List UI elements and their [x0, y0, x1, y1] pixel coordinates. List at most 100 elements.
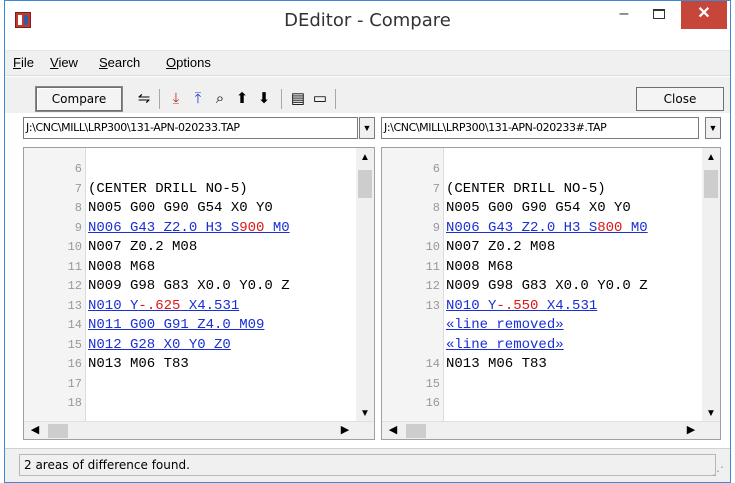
status-text: 2 areas of difference found. [19, 454, 716, 476]
new-document-icon[interactable]: ▭ [311, 90, 329, 108]
toolbar: Compare ⇋ ⤓ ⤒ ⌕ ⬆ ⬇ ▤ ▭ Close [5, 77, 730, 113]
scroll-right-icon[interactable]: ▶ [336, 422, 354, 439]
code-line[interactable]: 8 N005 G00 G90 G54 X0 Y0 [24, 199, 290, 219]
right-horizontal-scrollbar[interactable]: ◀ ▶ [382, 421, 720, 439]
line-text: N009 G98 G83 X0.0 Y0.0 Z [88, 278, 290, 294]
code-line[interactable]: 16 N013 M06 T83 [24, 355, 290, 375]
maximize-icon [653, 8, 665, 19]
right-compare-pane[interactable]: 6 7 (CENTER DRILL NO-5) 8 N005 G00 G90 G54 X… [381, 147, 721, 440]
line-number: 17 [67, 376, 82, 391]
menu-view[interactable]: View [50, 55, 78, 70]
scroll-down-icon[interactable]: ▼ [356, 406, 374, 422]
maximize-button[interactable] [645, 1, 673, 29]
move-to-top-icon[interactable]: ⤒ [189, 90, 207, 108]
line-number: 10 [425, 240, 440, 254]
line-number: 13 [425, 298, 440, 313]
resize-grip-icon[interactable]: ⋰ [712, 464, 726, 478]
line-text: «line removed» [446, 317, 564, 333]
line-text-segment: N010 Y [88, 297, 139, 314]
left-path-dropdown-arrow[interactable]: ▼ [359, 117, 375, 139]
scroll-thumb[interactable] [406, 424, 426, 438]
diff-line[interactable]: 13 N010 Y-.625 X4.531 [24, 297, 290, 317]
line-text: N007 Z0.2 M08 [446, 239, 556, 255]
code-line[interactable]: 17 [24, 375, 290, 395]
scroll-down-icon[interactable]: ▼ [702, 406, 720, 422]
line-text-segment: N006 G43 Z2.0 H3 S [88, 219, 240, 236]
line-text: N012 G28 X0 Y0 Z0 [88, 336, 231, 353]
right-file-path-combo[interactable]: J:\CNC\MILL\LRP300\131-APN-020233#.TAP [381, 117, 699, 139]
line-number: 14 [67, 318, 82, 332]
right-vertical-scrollbar[interactable]: ▲ ▼ [702, 148, 720, 424]
line-text: N013 M06 T83 [446, 356, 547, 372]
menu-search[interactable]: Search [99, 55, 140, 70]
line-number: 16 [67, 357, 82, 371]
scroll-thumb[interactable] [704, 170, 718, 198]
line-text-segment: N010 Y [446, 297, 497, 314]
code-line[interactable]: 16 [382, 394, 648, 414]
right-path-dropdown-arrow[interactable]: ▼ [705, 117, 721, 139]
scroll-up-icon[interactable]: ▲ [702, 150, 720, 166]
diff-line[interactable]: 9 N006 G43 Z2.0 H3 S900 M0 [24, 219, 290, 239]
close-button[interactable]: Close [636, 87, 724, 111]
scroll-left-icon[interactable]: ◀ [384, 422, 402, 439]
left-file-path-combo[interactable]: J:\CNC\MILL\LRP300\131-APN-020233.TAP [23, 117, 358, 139]
minimize-button[interactable]: – [610, 1, 638, 29]
menu-options[interactable]: Options [166, 55, 211, 70]
code-line[interactable]: 10 N007 Z0.2 M08 [24, 238, 290, 258]
scroll-thumb[interactable] [48, 424, 68, 438]
line-number: 7 [432, 181, 440, 196]
line-text-segment: N006 G43 Z2.0 H3 S [446, 219, 598, 236]
removed-line[interactable]: 15 N012 G28 X0 Y0 Z0 [24, 336, 290, 356]
find-icon[interactable]: ⌕ [211, 90, 229, 108]
compare-button[interactable]: Compare [36, 87, 122, 111]
line-number: 9 [74, 220, 82, 235]
removed-line[interactable]: «line removed» [382, 316, 648, 336]
scroll-left-icon[interactable]: ◀ [26, 422, 44, 439]
scroll-thumb[interactable] [358, 170, 372, 198]
line-text: N010 Y-.625 X4.531 [84, 297, 239, 316]
line-number: 11 [425, 259, 440, 274]
close-window-button[interactable]: ✕ [681, 1, 727, 29]
code-line[interactable]: 6 [382, 160, 648, 180]
line-number: 10 [67, 240, 82, 254]
line-text-segment: M0 [264, 219, 290, 236]
menu-file[interactable]: File [13, 55, 34, 70]
deditor-compare-window: DEditor - Compare – ✕ File View Search O… [4, 0, 731, 483]
code-line[interactable]: 11 N008 M68 [382, 258, 648, 278]
code-line[interactable]: 8 N005 G00 G90 G54 X0 Y0 [382, 199, 648, 219]
line-number: 14 [425, 357, 440, 371]
next-difference-icon[interactable]: ⬇ [255, 90, 273, 108]
code-line[interactable]: 12 N009 G98 G83 X0.0 Y0.0 Z [24, 277, 290, 297]
code-line[interactable]: 7 (CENTER DRILL NO-5) [24, 180, 290, 200]
code-line[interactable]: 15 [382, 375, 648, 395]
line-number: 15 [67, 337, 82, 352]
removed-line[interactable]: 14 N011 G00 G91 Z4.0 M09 [24, 316, 290, 336]
left-vertical-scrollbar[interactable]: ▲ ▼ [356, 148, 374, 424]
line-number: 8 [74, 201, 82, 215]
left-horizontal-scrollbar[interactable]: ◀ ▶ [24, 421, 374, 439]
previous-difference-icon[interactable]: ⬆ [233, 90, 251, 108]
code-line[interactable]: 7 (CENTER DRILL NO-5) [382, 180, 648, 200]
swap-icon[interactable]: ⇋ [135, 90, 153, 108]
diff-line[interactable]: 13 N010 Y-.550 X4.531 [382, 297, 648, 317]
line-text-segment: X4.531 [538, 297, 598, 314]
line-text: N008 M68 [446, 258, 514, 275]
removed-line[interactable]: «line removed» [382, 336, 648, 356]
code-line[interactable]: 14 N013 M06 T83 [382, 355, 648, 375]
code-line[interactable]: 12 N009 G98 G83 X0.0 Y0.0 Z [382, 277, 648, 297]
title-bar[interactable]: DEditor - Compare – ✕ [5, 1, 730, 41]
scroll-right-icon[interactable]: ▶ [682, 422, 700, 439]
line-number: 6 [432, 162, 440, 176]
open-file-icon[interactable]: ▤ [289, 90, 307, 108]
left-compare-pane[interactable]: 6 7 (CENTER DRILL NO-5) 8 N005 G00 G90 G54 X… [23, 147, 375, 440]
scroll-up-icon[interactable]: ▲ [356, 150, 374, 166]
code-line[interactable]: 18 [24, 394, 290, 414]
move-to-bottom-icon[interactable]: ⤓ [167, 90, 185, 108]
code-line[interactable]: 11 N008 M68 [24, 258, 290, 278]
line-number: 12 [67, 279, 82, 293]
diff-line[interactable]: 9 N006 G43 Z2.0 H3 S800 M0 [382, 219, 648, 239]
code-line[interactable]: 10 N007 Z0.2 M08 [382, 238, 648, 258]
left-code-lines: 6 7 (CENTER DRILL NO-5) 8 N005 G00 G90 G54 X… [24, 160, 290, 414]
code-line[interactable]: 6 [24, 160, 290, 180]
line-text: N013 M06 T83 [88, 356, 189, 372]
